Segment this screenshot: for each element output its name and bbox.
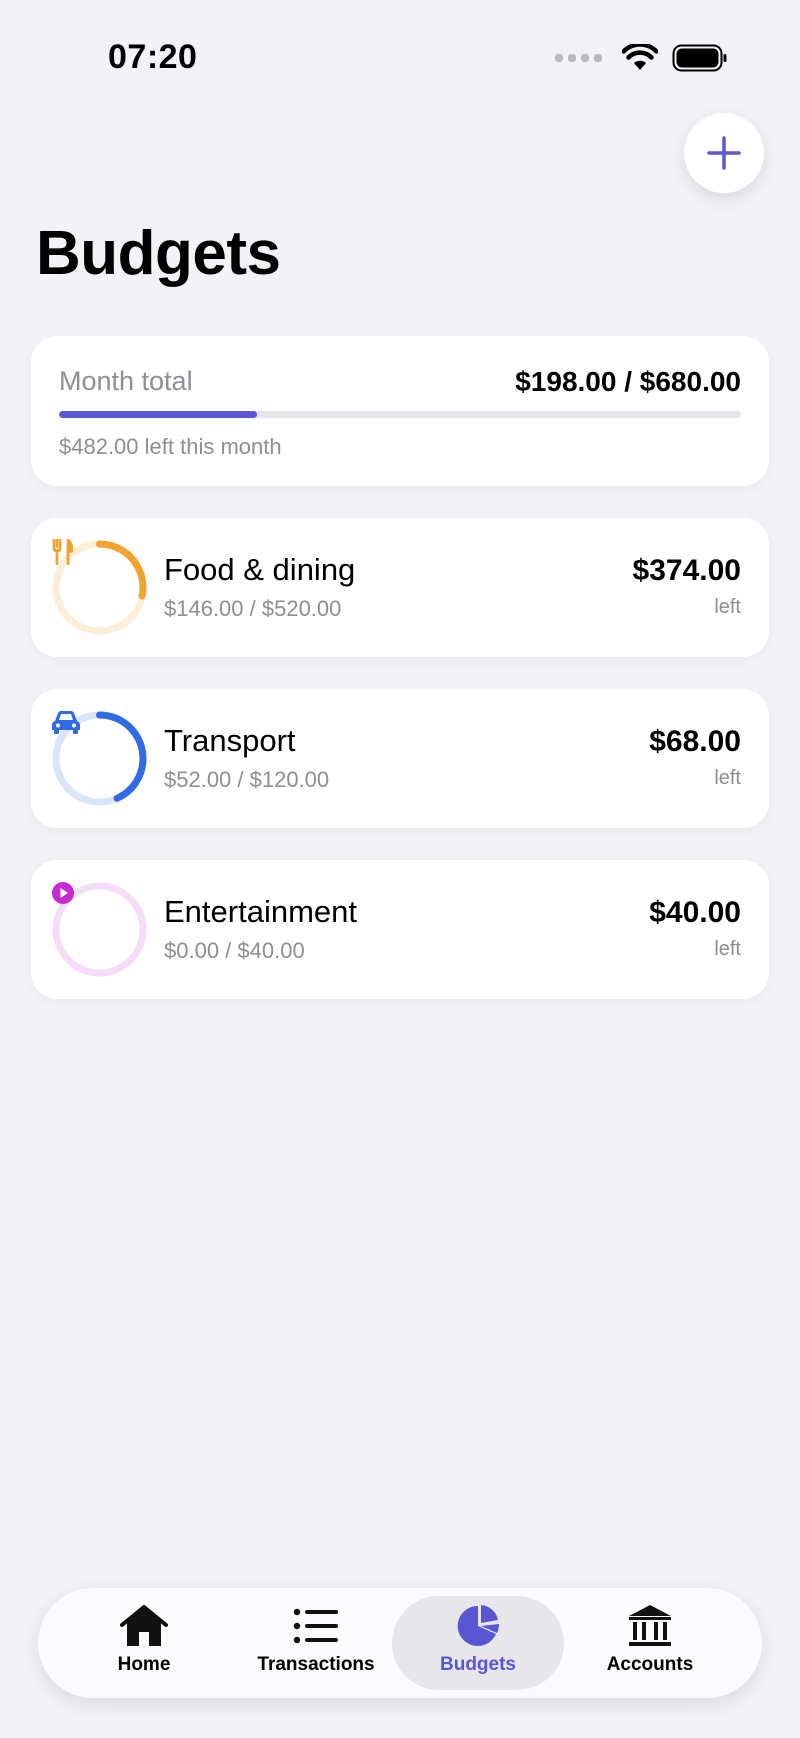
budget-left-label: left <box>714 938 741 960</box>
tab-budgets[interactable]: Budgets <box>392 1596 564 1690</box>
tab-home[interactable]: Home <box>58 1596 230 1690</box>
budget-name: Food & dining <box>164 552 356 587</box>
budget-left-label: left <box>714 767 741 789</box>
page-title: Budgets <box>36 219 281 288</box>
status-icons <box>555 44 728 72</box>
month-left-text: $482.00 left this month <box>59 434 282 459</box>
budget-spent: $0.00 / $40.00 <box>164 938 305 963</box>
budget-progress-ring <box>51 881 148 978</box>
budget-left-label: left <box>714 596 741 618</box>
budget-card-transport[interactable]: Transport $52.00 / $120.00 $68.00 left <box>31 689 769 828</box>
month-progress-bar <box>59 411 741 418</box>
add-budget-button[interactable] <box>684 113 764 193</box>
budget-spent: $52.00 / $120.00 <box>164 767 330 792</box>
status-bar: 07:20 <box>0 0 800 110</box>
budget-spent: $146.00 / $520.00 <box>164 596 342 621</box>
play-icon <box>51 881 148 978</box>
plus-icon <box>707 136 741 170</box>
budget-card-food[interactable]: Food & dining $146.00 / $520.00 $374.00 … <box>31 518 769 657</box>
tab-label: Home <box>117 1654 171 1675</box>
budget-card-entertainment[interactable]: Entertainment $0.00 / $40.00 $40.00 left <box>31 860 769 999</box>
wifi-icon <box>622 44 658 70</box>
budget-left-amount: $68.00 <box>649 725 741 758</box>
budget-name: Transport <box>164 723 296 758</box>
tab-transactions[interactable]: Transactions <box>230 1596 402 1690</box>
tab-accounts[interactable]: Accounts <box>564 1596 736 1690</box>
month-progress-fill <box>59 411 258 418</box>
pie-chart-icon <box>456 1600 500 1652</box>
fork-knife-icon <box>51 539 148 636</box>
budget-progress-ring <box>51 539 148 636</box>
budget-name: Entertainment <box>164 894 357 929</box>
battery-icon <box>672 44 727 72</box>
budget-progress-ring <box>51 710 148 807</box>
month-total-amount: $198.00 / $680.00 <box>515 366 741 397</box>
list-icon <box>293 1600 339 1652</box>
tab-label: Accounts <box>606 1654 694 1675</box>
home-icon <box>119 1600 169 1652</box>
status-time: 07:20 <box>108 38 198 76</box>
tab-bar: Home Transactions Budgets Accounts <box>38 1588 762 1698</box>
car-icon <box>51 710 148 807</box>
month-total-label: Month total <box>59 366 193 396</box>
tab-label: Budgets <box>440 1654 516 1675</box>
bank-icon <box>627 1600 673 1652</box>
month-total-card[interactable]: Month total $198.00 / $680.00 $482.00 le… <box>31 336 769 486</box>
tab-label: Transactions <box>257 1654 375 1675</box>
budget-left-amount: $40.00 <box>649 896 741 929</box>
budget-left-amount: $374.00 <box>632 554 741 587</box>
cellular-signal-icon <box>555 54 602 62</box>
